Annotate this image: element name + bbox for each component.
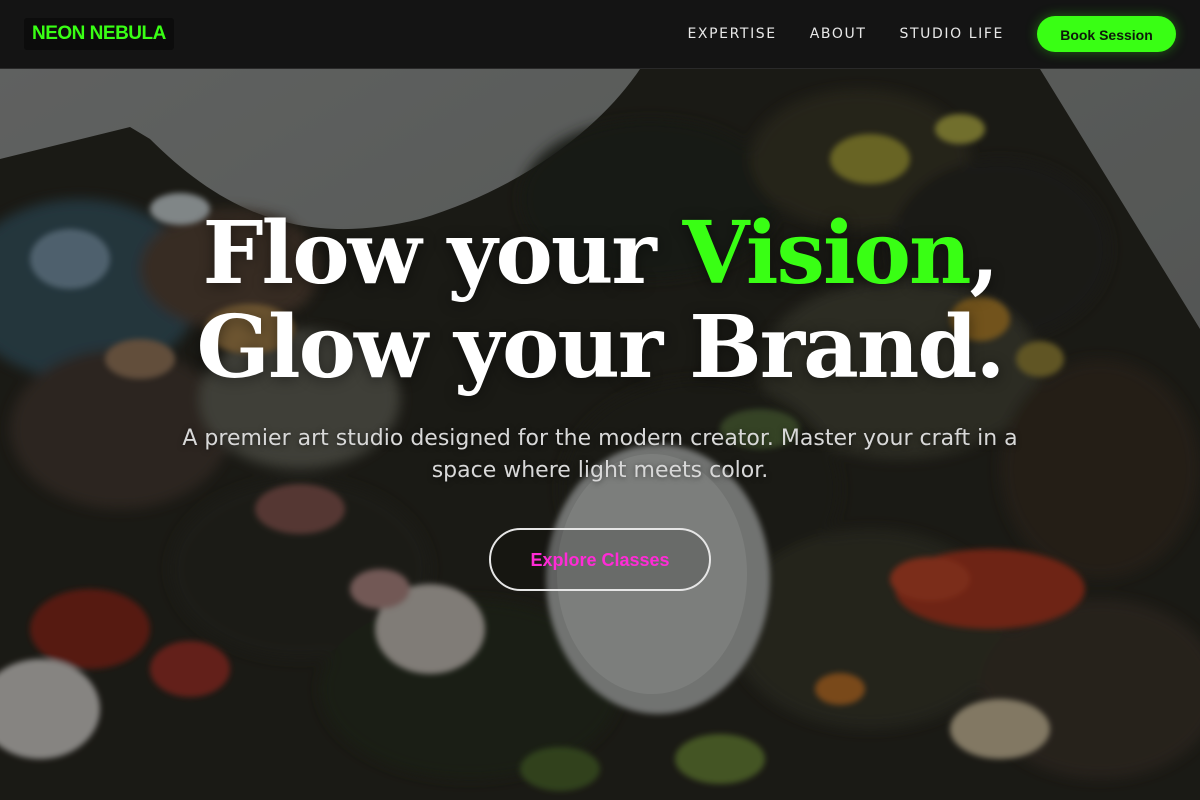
nav-link-expertise[interactable]: EXPERTISE (687, 26, 776, 42)
top-navbar: NEON NEBULA EXPERTISE ABOUT STUDIO LIFE … (0, 0, 1200, 69)
hero-content: Flow your Vision, Glow your Brand. A pre… (0, 69, 1200, 800)
headline-line1-end: , (969, 203, 1000, 304)
headline-accent-word: Vision (682, 203, 972, 304)
hero-headline: Flow your Vision, Glow your Brand. (0, 207, 1200, 395)
nav-link-studio-life[interactable]: STUDIO LIFE (900, 26, 1005, 42)
nav-link-about[interactable]: ABOUT (810, 26, 867, 42)
headline-line1-start: Flow your (202, 203, 683, 304)
nav-links: EXPERTISE ABOUT STUDIO LIFE (687, 0, 1004, 68)
hero-subtext: A premier art studio designed for the mo… (182, 426, 1018, 483)
hero-section: Flow your Vision, Glow your Brand. A pre… (0, 69, 1200, 800)
headline-line2: Glow your Brand. (196, 297, 1006, 398)
book-session-button[interactable]: Book Session (1037, 16, 1176, 52)
brand-logo[interactable]: NEON NEBULA (24, 18, 174, 50)
explore-classes-button[interactable]: Explore Classes (489, 528, 711, 591)
